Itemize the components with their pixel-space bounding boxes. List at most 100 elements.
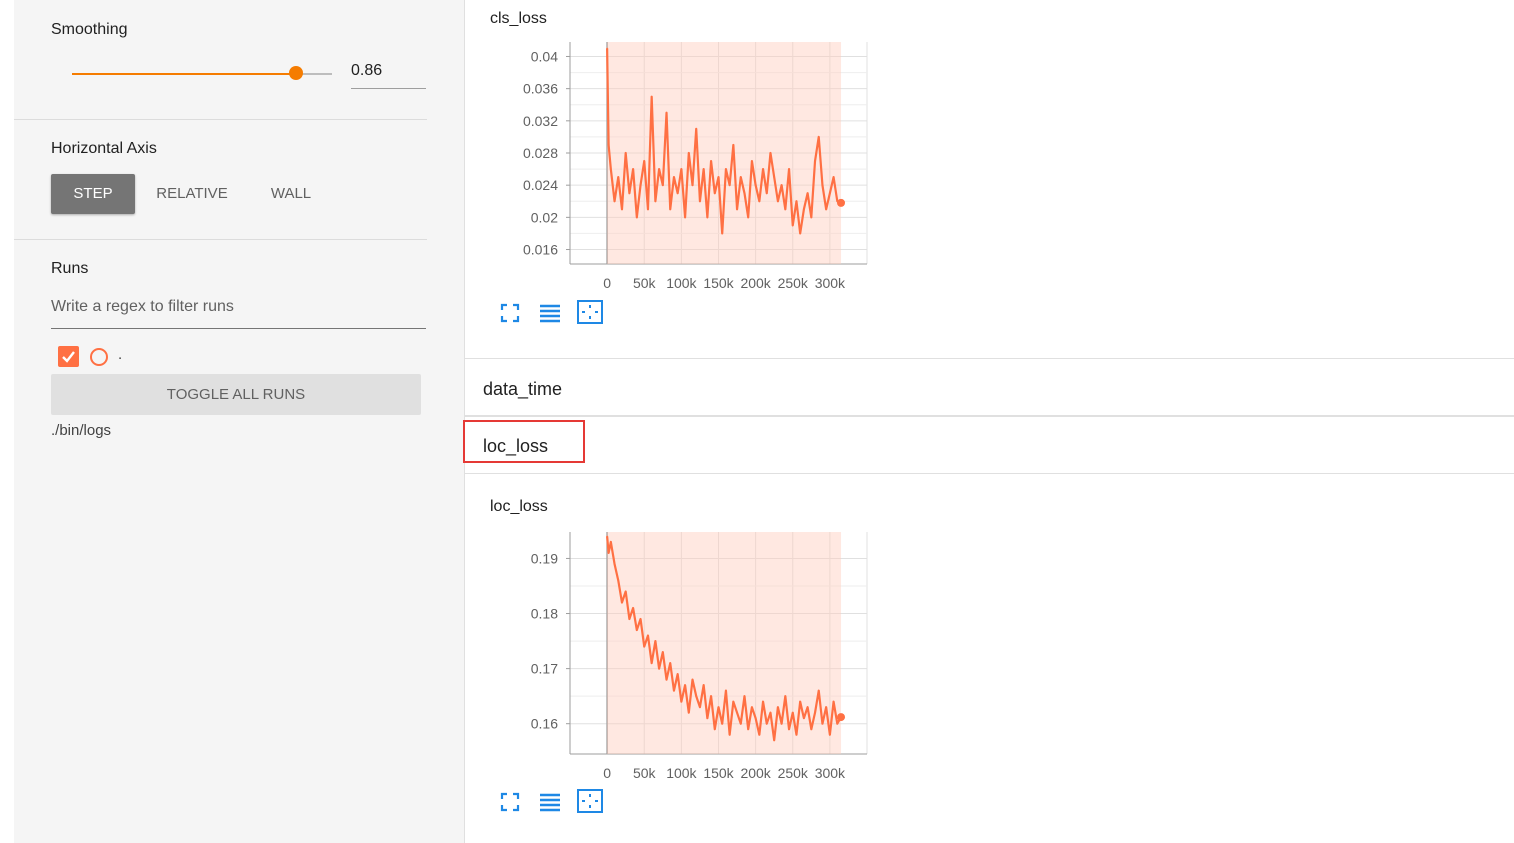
data-point xyxy=(695,695,698,697)
data-point xyxy=(825,208,827,211)
toggle-y-log-icon[interactable] xyxy=(538,790,562,814)
data-point xyxy=(806,706,809,708)
data-point xyxy=(632,607,634,609)
data-point xyxy=(665,111,668,114)
data-point xyxy=(758,200,761,203)
data-point xyxy=(680,700,683,703)
data-point xyxy=(702,168,705,170)
x-tick-label: 300k xyxy=(815,765,846,781)
data-point xyxy=(650,95,653,98)
data-point xyxy=(684,216,686,219)
smoothing-value-input[interactable]: 0.86 xyxy=(351,62,426,89)
chart-title: cls_loss xyxy=(490,10,547,27)
x-tick-label: 150k xyxy=(703,275,734,291)
y-tick-label: 0.17 xyxy=(531,661,558,677)
data-point xyxy=(747,728,749,731)
cls-loss-chart[interactable]: 0 50k 100k 150k 200k 250k 300k 0.04 0.036 0.032 0.… xyxy=(505,30,915,295)
divider xyxy=(14,239,427,240)
fullscreen-icon[interactable] xyxy=(498,301,522,325)
y-tick-label: 0.02 xyxy=(531,209,558,225)
fit-domain-icon[interactable] xyxy=(576,299,604,325)
chart-title: loc_loss xyxy=(490,498,548,515)
data-point xyxy=(662,651,664,653)
data-point xyxy=(780,184,783,186)
data-point xyxy=(662,184,664,186)
data-point xyxy=(606,535,608,538)
toggle-y-log-icon[interactable] xyxy=(538,301,562,325)
data-point xyxy=(814,711,816,714)
fullscreen-icon[interactable] xyxy=(498,790,522,814)
data-point xyxy=(710,695,712,697)
data-point xyxy=(817,689,820,692)
loc-loss-chart[interactable]: 0 50k 100k 150k 200k 250k 300k 0.19 0.18 0.17 0.16 xyxy=(505,520,915,785)
x-tick-label: 250k xyxy=(778,275,809,291)
x-tick-label: 200k xyxy=(740,765,771,781)
data-point xyxy=(669,208,672,211)
sidebar: Smoothing 0.86 Horizontal Axis STEP RELA… xyxy=(14,0,465,843)
data-point xyxy=(624,152,627,154)
data-point xyxy=(713,728,716,731)
data-point xyxy=(810,728,813,731)
data-point xyxy=(647,634,649,637)
run-checkbox[interactable] xyxy=(58,346,79,367)
data-point xyxy=(624,590,627,593)
toggle-all-runs-button[interactable]: TOGGLE ALL RUNS xyxy=(51,374,421,415)
data-point xyxy=(736,711,738,714)
data-point xyxy=(736,208,738,211)
data-point xyxy=(754,184,757,186)
data-point xyxy=(765,192,768,195)
x-tick-label: 50k xyxy=(633,765,657,781)
data-point xyxy=(751,706,753,708)
data-point xyxy=(658,667,660,670)
y-tick-label: 0.032 xyxy=(523,113,558,129)
data-point xyxy=(699,200,701,203)
data-point xyxy=(621,601,623,604)
checkmark-icon xyxy=(62,351,75,363)
main-panel: cls_loss 0 50k 100k 150k 200k 250k 300k 0.04 0.0… xyxy=(465,0,1514,843)
run-color-circle[interactable] xyxy=(90,348,108,366)
data-point xyxy=(806,192,809,195)
data-point xyxy=(691,184,694,186)
raw-series-band xyxy=(607,42,842,264)
category-loc-loss[interactable]: loc_loss xyxy=(465,416,1514,474)
data-point xyxy=(821,722,824,725)
axis-relative-button[interactable]: RELATIVE xyxy=(146,174,238,214)
run-name: . xyxy=(118,346,123,363)
category-data-time[interactable]: data_time xyxy=(465,358,1514,416)
data-point xyxy=(706,216,709,219)
smoothing-slider-thumb[interactable] xyxy=(288,66,303,80)
y-tick-label: 0.19 xyxy=(531,550,558,566)
data-point xyxy=(688,152,690,154)
data-point xyxy=(610,541,612,543)
data-point xyxy=(636,216,638,219)
data-point xyxy=(721,722,724,725)
runs-label: Runs xyxy=(51,260,89,277)
data-point xyxy=(665,678,668,681)
data-point xyxy=(784,695,787,697)
data-point xyxy=(825,706,827,708)
data-point xyxy=(769,152,772,154)
axis-wall-button[interactable]: WALL xyxy=(254,174,328,214)
axis-step-button[interactable]: STEP xyxy=(51,174,135,214)
data-point xyxy=(691,678,694,681)
fit-domain-icon[interactable] xyxy=(576,788,604,814)
x-tick-label: 200k xyxy=(740,275,771,291)
data-point xyxy=(688,711,690,714)
data-point xyxy=(773,176,775,178)
data-point xyxy=(613,563,616,565)
data-point xyxy=(607,552,610,554)
data-point xyxy=(751,160,753,162)
data-point xyxy=(669,662,672,664)
run-filter-input[interactable]: Write a regex to filter runs xyxy=(51,298,426,329)
data-point xyxy=(728,733,731,736)
y-tick-label: 0.024 xyxy=(523,177,558,193)
smoothing-label: Smoothing xyxy=(51,21,128,38)
smoothing-slider[interactable] xyxy=(72,66,332,80)
data-point xyxy=(643,645,646,648)
data-point xyxy=(743,695,746,697)
data-point xyxy=(643,160,646,162)
data-point xyxy=(613,200,616,203)
last-point-marker xyxy=(837,713,846,722)
data-point xyxy=(713,192,716,195)
data-point xyxy=(706,717,709,719)
